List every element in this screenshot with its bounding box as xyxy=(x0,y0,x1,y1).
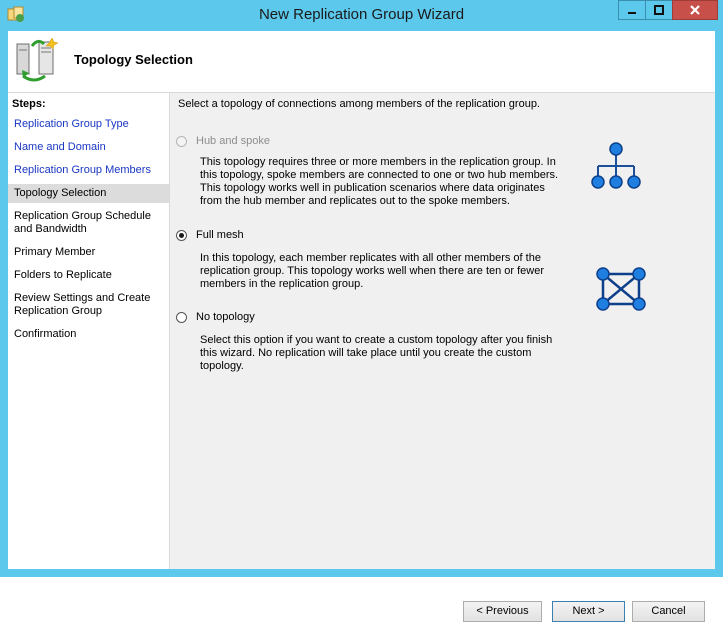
step-name-and-domain[interactable]: Name and Domain xyxy=(8,138,169,157)
full-mesh-radio[interactable] xyxy=(176,230,187,241)
close-button[interactable] xyxy=(672,0,718,20)
step-review-settings: Review Settings and Create Replication G… xyxy=(14,292,151,317)
window-title: New Replication Group Wizard xyxy=(258,6,465,23)
minimize-icon xyxy=(628,12,636,14)
close-icon xyxy=(690,5,700,15)
steps-list: Replication Group Type Name and Domain R… xyxy=(8,115,169,348)
page-title: Topology Selection xyxy=(74,52,193,67)
hub-and-spoke-icon xyxy=(591,142,641,189)
step-replication-group-members[interactable]: Replication Group Members xyxy=(8,161,169,180)
replication-group-icon xyxy=(16,37,59,82)
hub-and-spoke-description: This topology requires three or more mem… xyxy=(200,156,559,207)
cancel-button[interactable]: Cancel xyxy=(632,601,705,622)
step-replication-group-type[interactable]: Replication Group Type xyxy=(8,115,169,134)
step-folders-to-replicate: Folders to Replicate xyxy=(14,269,112,281)
wizard-window: New Replication Group Wizard Topology Se… xyxy=(0,0,723,622)
step-primary-member: Primary Member xyxy=(14,246,96,258)
no-topology-radio[interactable] xyxy=(176,312,187,323)
steps-sidebar: Steps: Replication Group Type Name and D… xyxy=(8,93,170,569)
steps-heading: Steps: xyxy=(12,98,46,110)
maximize-icon xyxy=(654,5,664,15)
instruction-text: Select a topology of connections among m… xyxy=(178,98,540,110)
topology-content-panel: Select a topology of connections among m… xyxy=(170,93,715,622)
hub-and-spoke-radio[interactable] xyxy=(176,136,187,147)
previous-button[interactable]: < Previous xyxy=(463,601,542,622)
full-mesh-icon xyxy=(596,267,646,311)
hub-and-spoke-label: Hub and spoke xyxy=(196,135,270,147)
step-topology-selection: Topology Selection xyxy=(8,184,169,203)
minimize-button[interactable] xyxy=(618,0,646,20)
wizard-header: Topology Selection xyxy=(8,31,715,93)
next-button[interactable]: Next > xyxy=(552,601,625,622)
maximize-button[interactable] xyxy=(645,0,673,20)
step-confirmation: Confirmation xyxy=(14,328,77,340)
title-bar[interactable]: New Replication Group Wizard xyxy=(0,0,723,30)
full-mesh-description: In this topology, each member replicates… xyxy=(200,252,545,290)
full-mesh-label[interactable]: Full mesh xyxy=(196,229,244,241)
wizard-client-area: Topology Selection Steps: Replication Gr… xyxy=(8,31,715,622)
step-schedule-and-bandwidth: Replication Group Schedule and Bandwidth xyxy=(14,210,151,235)
no-topology-label[interactable]: No topology xyxy=(196,311,255,323)
no-topology-description: Select this option if you want to create… xyxy=(200,334,553,372)
